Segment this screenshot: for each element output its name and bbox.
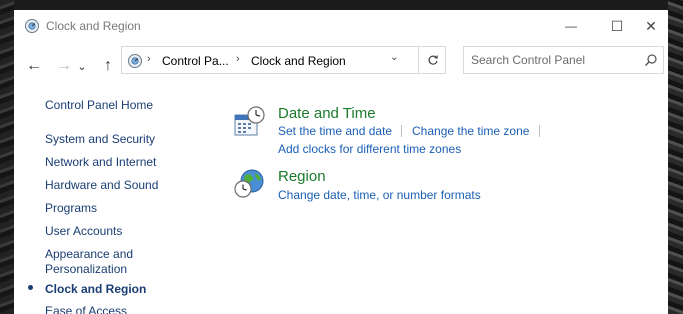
search-box[interactable] bbox=[463, 46, 664, 74]
minimize-icon: — bbox=[565, 19, 577, 33]
sidebar-item-appearance-line1[interactable]: Appearance and bbox=[45, 247, 133, 262]
forward-button[interactable]: → bbox=[52, 54, 76, 78]
search-input[interactable] bbox=[471, 52, 631, 68]
refresh-button[interactable] bbox=[418, 47, 447, 73]
close-icon: ✕ bbox=[645, 17, 657, 34]
address-dropdown-icon[interactable]: ⌄ bbox=[390, 52, 398, 63]
sidebar-item-ease-of-access[interactable]: Ease of Access bbox=[45, 304, 127, 314]
up-arrow-icon: ↑ bbox=[104, 57, 112, 74]
window-title: Clock and Region bbox=[46, 19, 141, 33]
link-divider bbox=[401, 125, 402, 137]
maximize-icon: ☐ bbox=[610, 17, 624, 34]
close-button[interactable]: ✕ bbox=[634, 10, 668, 42]
control-panel-window: Clock and Region — ☐ ✕ ← → ⌄ ↑ › Control… bbox=[14, 10, 668, 314]
back-arrow-icon: ← bbox=[26, 57, 42, 74]
breadcrumb-clock-and-region[interactable]: Clock and Region bbox=[251, 54, 346, 68]
refresh-icon bbox=[428, 55, 438, 65]
globe-clock-icon[interactable] bbox=[233, 167, 265, 199]
sidebar-item-system-and-security[interactable]: System and Security bbox=[45, 132, 155, 147]
change-time-zone-link[interactable]: Change the time zone bbox=[412, 124, 529, 138]
add-clocks-link[interactable]: Add clocks for different time zones bbox=[278, 142, 461, 156]
sidebar-item-hardware-and-sound[interactable]: Hardware and Sound bbox=[45, 178, 158, 193]
sidebar-item-user-accounts[interactable]: User Accounts bbox=[45, 224, 122, 239]
chevron-down-icon: ⌄ bbox=[77, 60, 87, 73]
minimize-button[interactable]: — bbox=[548, 10, 594, 42]
link-divider bbox=[539, 125, 540, 137]
up-button[interactable]: ↑ bbox=[96, 54, 120, 78]
date-and-time-heading[interactable]: Date and Time bbox=[278, 105, 376, 122]
sidebar-item-appearance-line2[interactable]: Personalization bbox=[45, 262, 127, 277]
clock-region-location-icon bbox=[128, 54, 142, 68]
title-bar: Clock and Region — ☐ ✕ bbox=[14, 10, 668, 42]
breadcrumb-separator: › bbox=[147, 53, 151, 65]
address-bar[interactable]: › Control Pa... › Clock and Region ⌄ bbox=[121, 46, 446, 74]
change-formats-link[interactable]: Change date, time, or number formats bbox=[278, 188, 481, 202]
region-heading[interactable]: Region bbox=[278, 168, 326, 185]
set-time-and-date-link[interactable]: Set the time and date bbox=[278, 124, 392, 138]
sidebar-item-programs[interactable]: Programs bbox=[45, 201, 97, 216]
sidebar-item-network-and-internet[interactable]: Network and Internet bbox=[45, 155, 156, 170]
clock-region-app-icon bbox=[25, 19, 39, 33]
desktop-background-left bbox=[0, 0, 14, 314]
control-panel-home-link[interactable]: Control Panel Home bbox=[45, 98, 153, 112]
desktop-background-right bbox=[668, 0, 683, 314]
calendar-clock-icon[interactable] bbox=[233, 106, 265, 138]
breadcrumb-control-panel[interactable]: Control Pa... bbox=[162, 54, 229, 68]
search-icon[interactable] bbox=[644, 53, 658, 67]
current-item-bullet bbox=[28, 285, 33, 290]
breadcrumb-separator[interactable]: › bbox=[236, 53, 240, 65]
back-button[interactable]: ← bbox=[22, 54, 46, 78]
recent-locations-button[interactable]: ⌄ bbox=[75, 54, 89, 78]
forward-arrow-icon: → bbox=[56, 57, 72, 74]
sidebar-item-clock-and-region[interactable]: Clock and Region bbox=[45, 282, 146, 297]
